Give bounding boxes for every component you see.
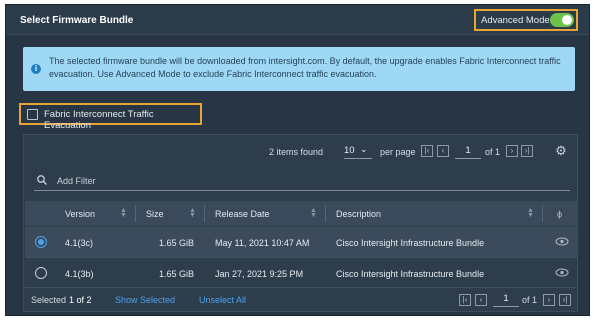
first-page-icon[interactable]: |‹	[421, 145, 433, 157]
eye-icon[interactable]	[555, 237, 569, 246]
sort-icon[interactable]: ▲ ▼	[189, 207, 196, 219]
next-page-icon[interactable]: ›	[543, 294, 555, 306]
prev-page-icon[interactable]: ‹	[437, 145, 449, 157]
sort-icon[interactable]: ▲ ▼	[120, 207, 127, 219]
fi-traffic-evacuation-label: Fabric Interconnect Traffic Evacuation	[44, 109, 154, 131]
panel-header: Select Firmware Bundle Advanced Mode	[6, 5, 589, 35]
footer-page-input[interactable]: 1	[493, 293, 519, 307]
advanced-mode-label: Advanced Mode	[481, 15, 550, 26]
chevron-down-icon: ⌄	[360, 144, 368, 154]
selected-label: Selected	[31, 295, 67, 305]
gear-icon[interactable]: ⚙	[554, 144, 568, 158]
prev-page-icon[interactable]: ‹	[475, 294, 487, 306]
table-row[interactable]: 4.1(3b) 1.65 GiB Jan 27, 2021 9:25 PM Ci…	[25, 257, 577, 287]
panel-title: Select Firmware Bundle	[20, 15, 134, 26]
table-footer: Selected 1 of 2 Show Selected Unselect A…	[25, 287, 577, 311]
bundle-table-panel: 2 items found 10 ⌄ per page |‹ ‹ 1 of 1 …	[23, 134, 578, 312]
pin-icon[interactable]: ϕ	[557, 209, 562, 219]
info-message: The selected firmware bundle will be dow…	[49, 56, 561, 79]
column-divider	[204, 205, 205, 222]
table-row[interactable]: 4.1(3c) 1.65 GiB May 11, 2021 10:47 AM C…	[25, 227, 577, 257]
per-page-label: per page	[380, 147, 416, 157]
search-icon	[37, 175, 47, 185]
column-header-size[interactable]: Size	[146, 209, 164, 219]
column-header-version[interactable]: Version	[65, 209, 95, 219]
fi-traffic-evacuation-checkbox[interactable]	[27, 109, 38, 120]
column-divider	[135, 205, 136, 222]
advanced-mode-highlight: Advanced Mode	[474, 9, 578, 31]
page-input[interactable]: 1	[455, 145, 481, 159]
per-page-select[interactable]: 10 ⌄	[344, 144, 372, 159]
row-size: 1.65 GiB	[159, 269, 195, 279]
last-page-icon[interactable]: ›|	[559, 294, 571, 306]
filter-bar[interactable]: Add Filter	[34, 171, 570, 191]
row-radio-selected[interactable]	[35, 236, 47, 248]
column-divider	[325, 205, 326, 222]
row-size: 1.65 GiB	[159, 238, 195, 248]
row-description: Cisco Intersight Infrastructure Bundle	[336, 238, 485, 248]
unselect-all-link[interactable]: Unselect All	[199, 295, 246, 305]
fi-traffic-evacuation-option: Fabric Interconnect Traffic Evacuation	[19, 103, 202, 131]
info-banner: i The selected firmware bundle will be d…	[23, 47, 575, 91]
filter-input[interactable]: Add Filter	[57, 176, 96, 186]
eye-icon[interactable]	[555, 268, 569, 277]
row-release-date: Jan 27, 2021 9:25 PM	[215, 269, 304, 279]
footer-page-of-label: of 1	[522, 295, 538, 305]
row-radio[interactable]	[35, 267, 47, 279]
first-page-icon[interactable]: |‹	[459, 294, 471, 306]
column-divider	[542, 205, 543, 222]
info-icon: i	[31, 64, 41, 74]
next-page-icon[interactable]: ›	[506, 145, 518, 157]
row-release-date: May 11, 2021 10:47 AM	[215, 238, 310, 248]
column-header-description[interactable]: Description	[336, 209, 381, 219]
column-header-release-date[interactable]: Release Date	[215, 209, 270, 219]
sort-icon[interactable]: ▲ ▼	[527, 207, 534, 219]
row-description: Cisco Intersight Infrastructure Bundle	[336, 269, 485, 279]
sort-icon[interactable]: ▲ ▼	[310, 207, 317, 219]
selected-count: 1 of 2	[69, 295, 92, 305]
items-found-count: 2 items found	[269, 147, 324, 157]
row-version: 4.1(3b)	[65, 269, 94, 279]
row-version: 4.1(3c)	[65, 238, 94, 248]
per-page-value: 10	[344, 145, 355, 156]
page-of-label: of 1	[485, 147, 501, 157]
last-page-icon[interactable]: ›|	[521, 145, 533, 157]
firmware-bundle-panel: Select Firmware Bundle Advanced Mode i T…	[5, 4, 590, 316]
show-selected-link[interactable]: Show Selected	[115, 295, 175, 305]
advanced-mode-toggle[interactable]	[550, 13, 574, 27]
table-header: Version ▲ ▼ Size ▲ ▼ Release Date ▲ ▼ Descr…	[25, 201, 577, 226]
